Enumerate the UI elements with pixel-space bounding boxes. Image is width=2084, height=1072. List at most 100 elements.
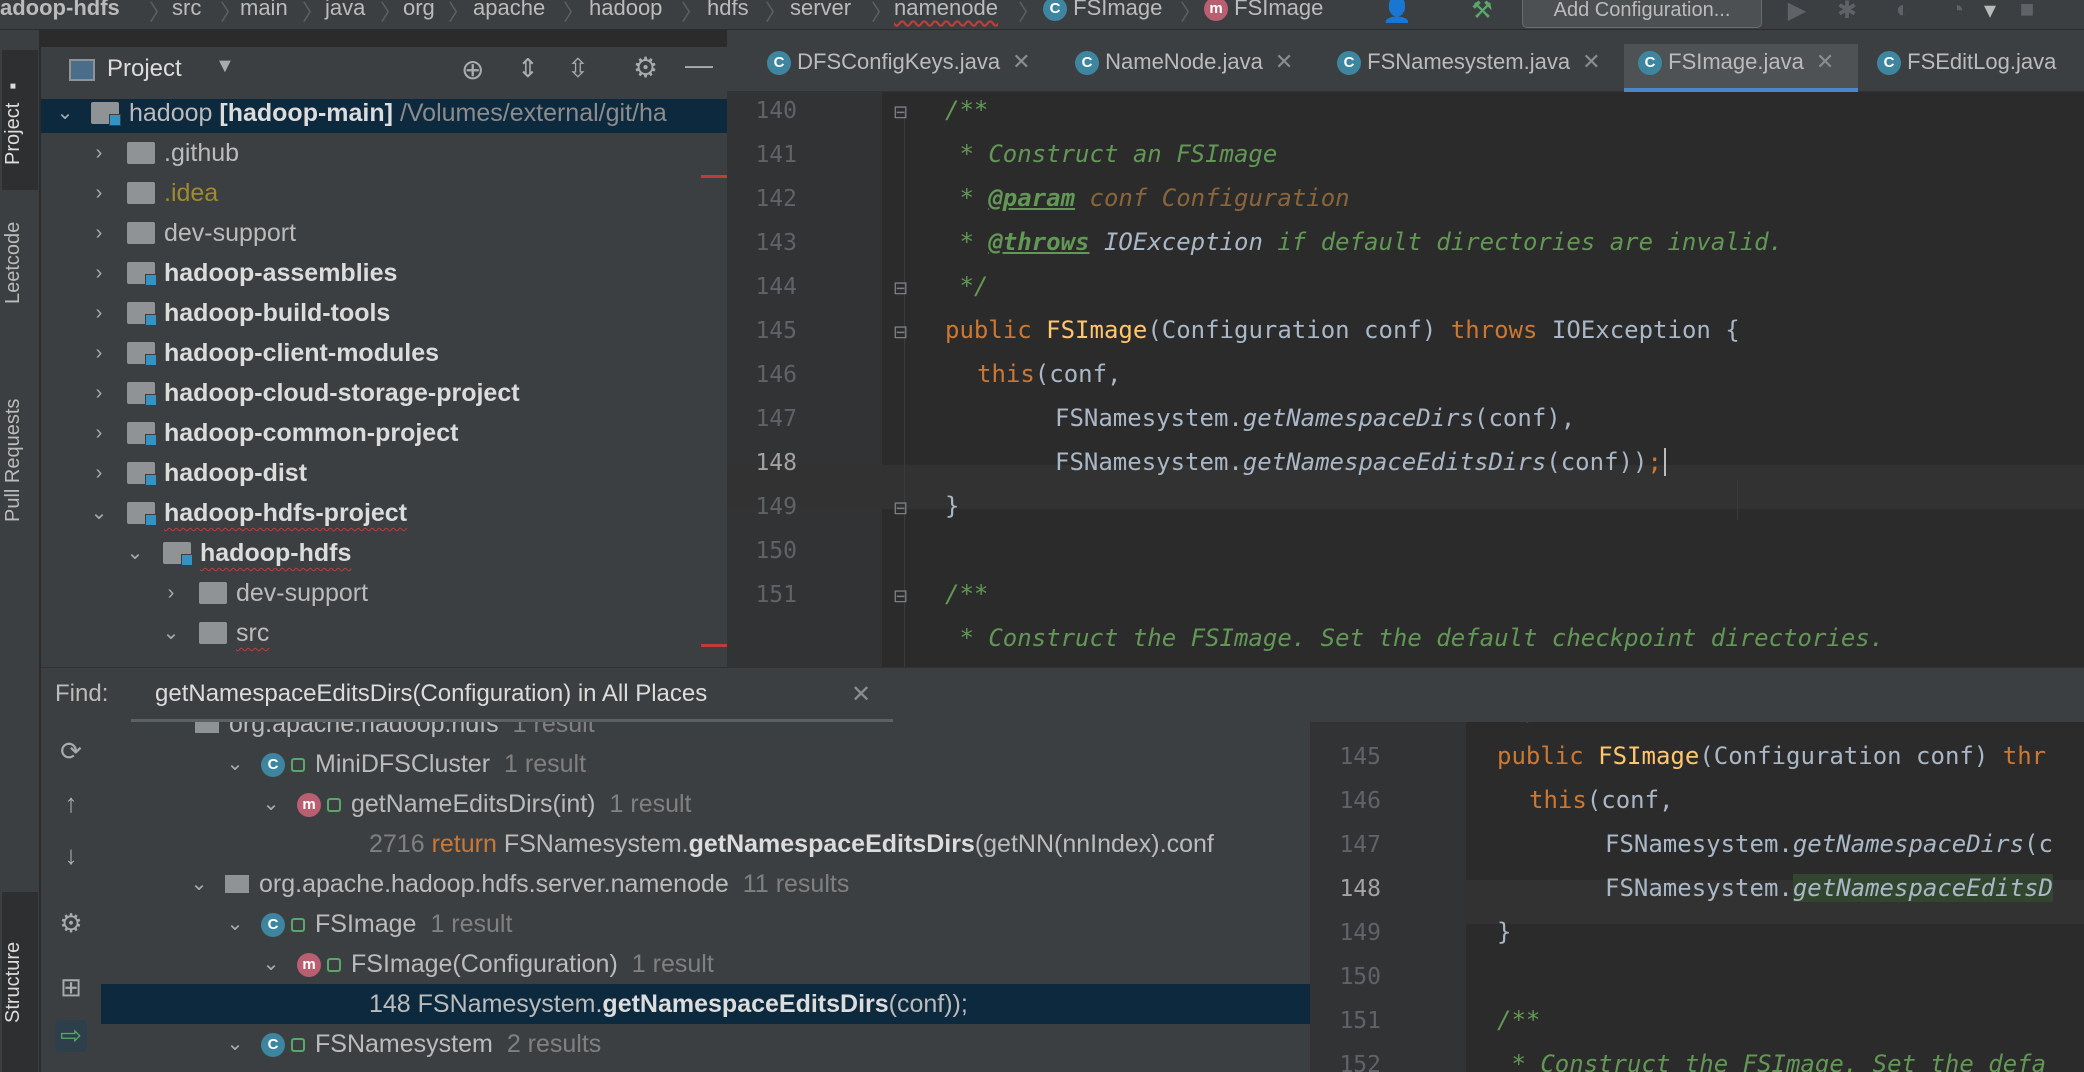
chevron-right-icon[interactable]: › (89, 133, 109, 173)
chevron-down-icon[interactable]: ⌄ (261, 944, 281, 984)
navigate-icon[interactable]: ⇨ (55, 1020, 87, 1052)
tab-fsimage[interactable]: C FSImage.java ✕ (1624, 44, 1858, 92)
collapse-all-icon[interactable]: ⇳ (567, 53, 589, 84)
breadcrumb-hdfs[interactable]: hdfs (707, 0, 749, 21)
result-method-fsimage-configuration[interactable]: ⌄ m FSImage(Configuration) 1 result (101, 944, 1310, 984)
tree-item-hadoop-assemblies[interactable]: › hadoop-assemblies (41, 253, 727, 293)
tree-item-dev-support[interactable]: › dev-support (41, 213, 727, 253)
tab-namenode[interactable]: C NameNode.java ✕ (1075, 44, 1375, 92)
tab-fsnamesystem[interactable]: C FSNamesystem.java ✕ (1337, 44, 1627, 92)
chevron-down-icon[interactable]: ⌄ (161, 613, 181, 653)
stop-icon[interactable]: ■ (2012, 0, 2042, 26)
find-preview-pane[interactable]: 144 145 146 147 148 149 150 151 152 */ p… (1310, 722, 2084, 1072)
tool-tab-leetcode[interactable]: Leetcode (2, 198, 38, 328)
chevron-down-icon[interactable]: ⌄ (261, 784, 281, 824)
run-icon[interactable]: ▶ (1782, 0, 1812, 26)
profile-icon[interactable]: ◔ (1942, 0, 1972, 26)
close-tab-icon[interactable]: ✕ (1012, 49, 1030, 74)
add-configuration-button[interactable]: Add Configuration... (1522, 0, 1762, 28)
breadcrumb-hadoop[interactable]: hadoop (589, 0, 662, 21)
result-class-fsimage[interactable]: ⌄ C FSImage 1 result (101, 904, 1310, 944)
chevron-right-icon[interactable]: › (89, 333, 109, 373)
tree-item-hadoop-common-project[interactable]: › hadoop-common-project (41, 413, 727, 453)
locate-file-icon[interactable]: ⊕ (461, 53, 484, 86)
chevron-right-icon[interactable]: › (89, 213, 109, 253)
breadcrumb-src[interactable]: src (172, 0, 201, 21)
view-mode-dropdown-icon[interactable]: ▼ (215, 55, 235, 78)
previous-occurrence-icon[interactable]: ↑ (55, 788, 87, 820)
tree-item-hadoop-dist[interactable]: › hadoop-dist (41, 453, 727, 493)
find-query-tab[interactable]: getNamespaceEditsDirs(Configuration) in … (131, 668, 893, 723)
close-tab-icon[interactable]: ✕ (1275, 49, 1293, 74)
chevron-down-icon[interactable]: ⌄ (55, 99, 75, 133)
result-package-hdfs[interactable]: org.apache.hadoop.hdfs 1 result (101, 722, 1310, 744)
chevron-right-icon[interactable]: › (161, 573, 181, 613)
chevron-right-icon[interactable]: › (89, 373, 109, 413)
result-class-minidfscluster[interactable]: ⌄ C MiniDFSCluster 1 result (101, 744, 1310, 784)
fold-icon[interactable]: ⊟ (893, 102, 908, 123)
breadcrumb-java[interactable]: java (325, 0, 365, 21)
tree-item-hadoop-hdfs[interactable]: ⌄ hadoop-hdfs (41, 533, 727, 573)
coverage-icon[interactable]: ◐ (1888, 0, 1918, 26)
chevron-down-icon[interactable]: ⌄ (189, 864, 209, 904)
breadcrumb-main[interactable]: main (240, 0, 288, 21)
more-run-options-icon[interactable]: ▾ (1975, 0, 2005, 26)
fold-icon[interactable]: ⊟ (893, 498, 908, 519)
tree-item-root[interactable]: ⌄ hadoop [hadoop-main] /Volumes/external… (41, 99, 727, 133)
tree-item-hadoop-build-tools[interactable]: › hadoop-build-tools (41, 293, 727, 333)
result-method-getnameeditsdirs[interactable]: ⌄ m getNameEditsDirs(int) 1 result (101, 784, 1310, 824)
breadcrumb-server[interactable]: server (790, 0, 851, 21)
project-panel-title[interactable]: Project (107, 55, 182, 83)
gear-icon[interactable]: ⚙ (55, 908, 87, 940)
chevron-down-icon[interactable]: ⌄ (125, 533, 145, 573)
tree-item-hadoop-client-modules[interactable]: › hadoop-client-modules (41, 333, 727, 373)
tree-item-hadoop-hdfs-project[interactable]: ⌄ hadoop-hdfs-project (41, 493, 727, 533)
chevron-right-icon[interactable]: › (89, 253, 109, 293)
debug-icon[interactable]: ✱ (1832, 0, 1862, 26)
tree-item-dev-support-nested[interactable]: › dev-support (41, 573, 727, 613)
breadcrumb-method-fsimage[interactable]: m FSImage (1204, 0, 1323, 22)
tool-tab-pull-requests[interactable]: Pull Requests (2, 370, 38, 550)
tool-tab-structure[interactable]: Structure (2, 892, 38, 1072)
chevron-down-icon[interactable]: ⌄ (89, 493, 109, 533)
tree-item-github[interactable]: › .github (41, 133, 727, 173)
chevron-down-icon[interactable]: ⌄ (225, 744, 245, 784)
breadcrumb-apache[interactable]: apache (473, 0, 545, 21)
result-usage-2716[interactable]: 2716 return FSNamesystem.getNamespaceEdi… (101, 824, 1310, 864)
breadcrumb-module[interactable]: adoop-hdfs (0, 0, 120, 21)
gear-icon[interactable]: ⚙ (633, 51, 658, 84)
close-tab-icon[interactable]: ✕ (1582, 49, 1600, 74)
result-class-fsnamesystem[interactable]: ⌄ C FSNamesystem 2 results (101, 1024, 1310, 1064)
tree-item-src[interactable]: ⌄ src (41, 613, 727, 653)
group-by-icon[interactable]: ⊞ (55, 972, 87, 1004)
fold-icon[interactable]: ⊟ (893, 322, 908, 343)
chevron-right-icon[interactable]: › (89, 453, 109, 493)
next-occurrence-icon[interactable]: ↓ (55, 840, 87, 872)
chevron-down-icon[interactable]: ⌄ (225, 1024, 245, 1064)
result-usage-148[interactable]: 148 FSNamesystem.getNamespaceEditsDirs(c… (101, 984, 1310, 1024)
close-tab-icon[interactable]: ✕ (851, 680, 871, 709)
hide-panel-icon[interactable]: — (685, 49, 713, 81)
line-number: 152 (1339, 1052, 1381, 1072)
tab-dfsconfigkeys[interactable]: C DFSConfigKeys.java ✕ (767, 44, 1087, 92)
tab-fseditlog[interactable]: C FSEditLog.java (1877, 44, 2084, 92)
chevron-down-icon[interactable]: ⌄ (225, 904, 245, 944)
close-tab-icon[interactable]: ✕ (1816, 49, 1834, 74)
build-hammer-icon[interactable]: ⚒ (1467, 0, 1497, 26)
tool-tab-project[interactable]: Project ▪ (2, 50, 38, 190)
fold-icon[interactable]: ⊟ (893, 278, 908, 299)
result-package-namenode[interactable]: ⌄ org.apache.hadoop.hdfs.server.namenode… (101, 864, 1310, 904)
breadcrumb-class-fsimage[interactable]: C FSImage (1043, 0, 1162, 22)
breadcrumb-namenode[interactable]: namenode (894, 0, 998, 21)
breadcrumb-org[interactable]: org (403, 0, 435, 21)
rerun-icon[interactable]: ⟳ (55, 736, 87, 768)
chevron-right-icon[interactable]: › (89, 173, 109, 213)
chevron-right-icon[interactable]: › (89, 413, 109, 453)
tree-item-hadoop-cloud-storage-project[interactable]: › hadoop-cloud-storage-project (41, 373, 727, 413)
user-account-icon[interactable]: 👤▾ (1382, 0, 1412, 53)
code-editor[interactable]: 140 141 142 143 144 145 146 147 148 149 … (727, 92, 2084, 667)
fold-icon[interactable]: ⊟ (893, 586, 908, 607)
expand-all-icon[interactable]: ⇕ (517, 53, 539, 84)
chevron-right-icon[interactable]: › (89, 293, 109, 333)
tree-item-idea[interactable]: › .idea (41, 173, 727, 213)
